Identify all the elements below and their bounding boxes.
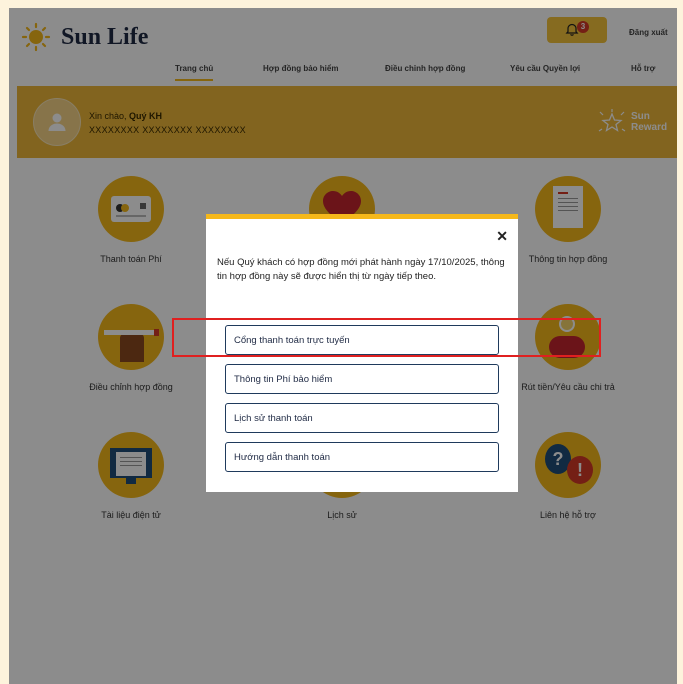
highlight-box bbox=[172, 318, 601, 357]
app-page: Sun Life 3 Đăng xuất Trang chủ Hợp đồng … bbox=[9, 8, 677, 684]
premium-info-button[interactable]: Thông tin Phí bảo hiểm bbox=[225, 364, 499, 394]
modal-message: Nếu Quý khách có hợp đồng mới phát hành … bbox=[217, 257, 505, 282]
close-icon[interactable]: ✕ bbox=[496, 228, 508, 245]
payment-history-button[interactable]: Lịch sử thanh toán bbox=[225, 403, 499, 433]
payment-guide-button[interactable]: Hướng dẫn thanh toán bbox=[225, 442, 499, 472]
